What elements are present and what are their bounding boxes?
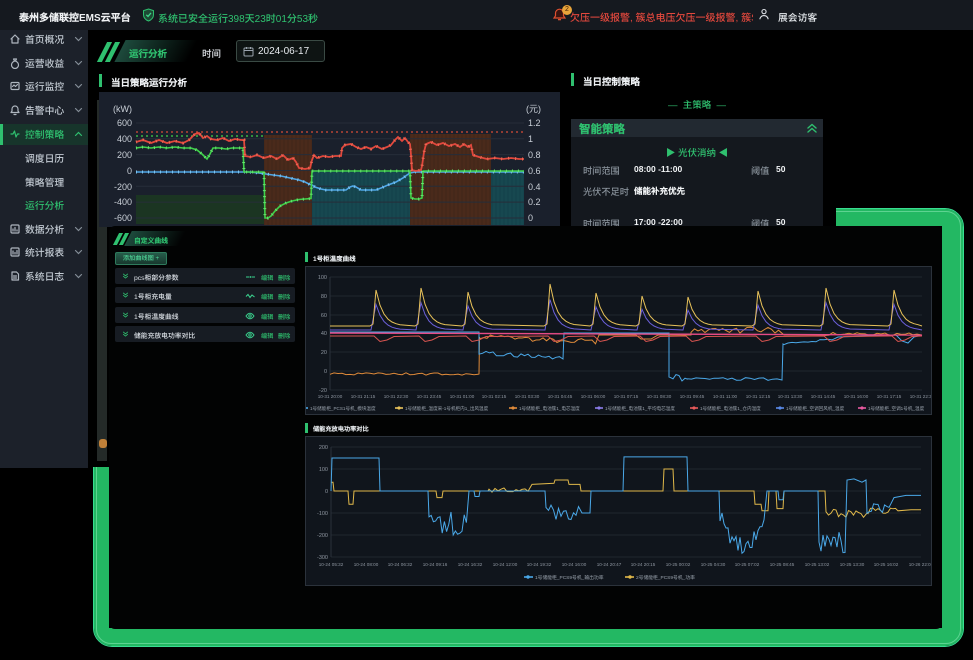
svg-text:0: 0 (325, 489, 328, 495)
svg-text:10-31 09:45: 10-31 09:45 (680, 394, 705, 399)
svg-text:10-31 06:00: 10-31 06:00 (581, 394, 606, 399)
svg-text:(kW): (kW) (113, 104, 132, 114)
svg-text:1号储能柜_温度采-1号机柜内1_出风温度: 1号储能柜_温度采-1号机柜内1_出风温度 (405, 405, 489, 412)
svg-text:10-24 09:16: 10-24 09:16 (423, 562, 448, 567)
svg-text:10-24 06:32: 10-24 06:32 (388, 562, 413, 567)
svg-text:200: 200 (319, 445, 328, 451)
svg-text:10-31 16:00: 10-31 16:00 (844, 394, 869, 399)
svg-text:10-31 22:30: 10-31 22:30 (384, 394, 409, 399)
svg-text:1.2: 1.2 (528, 118, 541, 128)
svg-text:-100: -100 (317, 511, 328, 517)
svg-text:-200: -200 (114, 182, 132, 192)
svg-text:1号储能柜_电池簇1_电芯温度: 1号储能柜_电池簇1_电芯温度 (519, 405, 580, 412)
svg-text:10-31 07:15: 10-31 07:15 (614, 394, 639, 399)
svg-text:10-24 20:47: 10-24 20:47 (597, 562, 622, 567)
svg-text:10-24 20:15: 10-24 20:15 (631, 562, 656, 567)
svg-text:10-25 13:30: 10-25 13:30 (840, 562, 865, 567)
svg-text:1号储能柜_PCS1号机_模块温度: 1号储能柜_PCS1号机_模块温度 (310, 405, 376, 412)
svg-text:10-25 04:30: 10-25 04:30 (701, 562, 726, 567)
svg-text:10-25 07:02: 10-25 07:02 (735, 562, 760, 567)
svg-text:20: 20 (321, 350, 327, 356)
svg-text:1号储能柜_电池簇1_仓内温度: 1号储能柜_电池簇1_仓内温度 (700, 405, 761, 412)
svg-text:10-31 21:15: 10-31 21:15 (351, 394, 376, 399)
svg-text:10-31 22:30: 10-31 22:30 (910, 394, 932, 399)
svg-text:10-24 16:32: 10-24 16:32 (458, 562, 483, 567)
svg-text:10-31 13:30: 10-31 13:30 (778, 394, 803, 399)
svg-text:10-24 05:32: 10-24 05:32 (319, 562, 344, 567)
svg-text:200: 200 (117, 150, 132, 160)
svg-text:0: 0 (324, 369, 327, 375)
svg-text:0: 0 (127, 166, 132, 176)
svg-text:100: 100 (318, 275, 327, 281)
svg-text:0.2: 0.2 (528, 197, 541, 207)
svg-text:1号储能柜_PCS9号机_输出功率: 1号储能柜_PCS9号机_输出功率 (535, 574, 604, 581)
svg-text:0.6: 0.6 (528, 166, 541, 176)
svg-text:1号储能柜_空调1号机_温度: 1号储能柜_空调1号机_温度 (868, 405, 925, 412)
svg-text:-200: -200 (317, 533, 328, 539)
svg-text:40: 40 (321, 331, 327, 337)
svg-text:10-31 03:30: 10-31 03:30 (515, 394, 540, 399)
svg-text:10-24 12:00: 10-24 12:00 (493, 562, 518, 567)
svg-text:(元): (元) (526, 104, 541, 114)
svg-text:10-25 13:02: 10-25 13:02 (805, 562, 830, 567)
svg-text:10-31 23:45: 10-31 23:45 (417, 394, 442, 399)
svg-text:10-25 00:02: 10-25 00:02 (666, 562, 691, 567)
svg-text:-400: -400 (114, 197, 132, 207)
svg-text:1号储能柜_空调回风机_温度: 1号储能柜_空调回风机_温度 (786, 405, 845, 412)
svg-text:-300: -300 (317, 555, 328, 561)
svg-text:1号储能柜_电池簇1_平均电芯温度: 1号储能柜_电池簇1_平均电芯温度 (605, 405, 675, 412)
svg-text:0.4: 0.4 (528, 182, 541, 192)
svg-text:10-31 11:00: 10-31 11:00 (713, 394, 738, 399)
svg-text:10-24 19:32: 10-24 19:32 (527, 562, 552, 567)
svg-text:10-31 01:00: 10-31 01:00 (450, 394, 475, 399)
svg-text:10-31 04:45: 10-31 04:45 (548, 394, 573, 399)
svg-text:10-31 02:15: 10-31 02:15 (482, 394, 507, 399)
svg-text:10-31 14:45: 10-31 14:45 (811, 394, 836, 399)
svg-text:-600: -600 (114, 213, 132, 223)
svg-text:0.8: 0.8 (528, 150, 541, 160)
svg-text:1: 1 (528, 134, 533, 144)
svg-text:600: 600 (117, 118, 132, 128)
svg-text:10-31 20:00: 10-31 20:00 (318, 394, 343, 399)
svg-text:400: 400 (117, 134, 132, 144)
svg-text:80: 80 (321, 294, 327, 300)
svg-text:2号储能柜_PCS9号机_功率: 2号储能柜_PCS9号机_功率 (636, 574, 695, 581)
svg-text:10-25 08:45: 10-25 08:45 (770, 562, 795, 567)
svg-text:10-31 17:15: 10-31 17:15 (877, 394, 902, 399)
svg-text:60: 60 (321, 313, 327, 319)
svg-text:10-24 08:00: 10-24 08:00 (354, 562, 379, 567)
svg-text:10-31 08:30: 10-31 08:30 (647, 394, 672, 399)
svg-text:10-25 16:02: 10-25 16:02 (874, 562, 899, 567)
svg-text:10-24 16:00: 10-24 16:00 (562, 562, 587, 567)
svg-text:100: 100 (319, 467, 328, 473)
svg-text:10-31 12:15: 10-31 12:15 (746, 394, 771, 399)
svg-text:10-26 22:09: 10-26 22:09 (909, 562, 932, 567)
svg-text:0: 0 (528, 213, 533, 223)
